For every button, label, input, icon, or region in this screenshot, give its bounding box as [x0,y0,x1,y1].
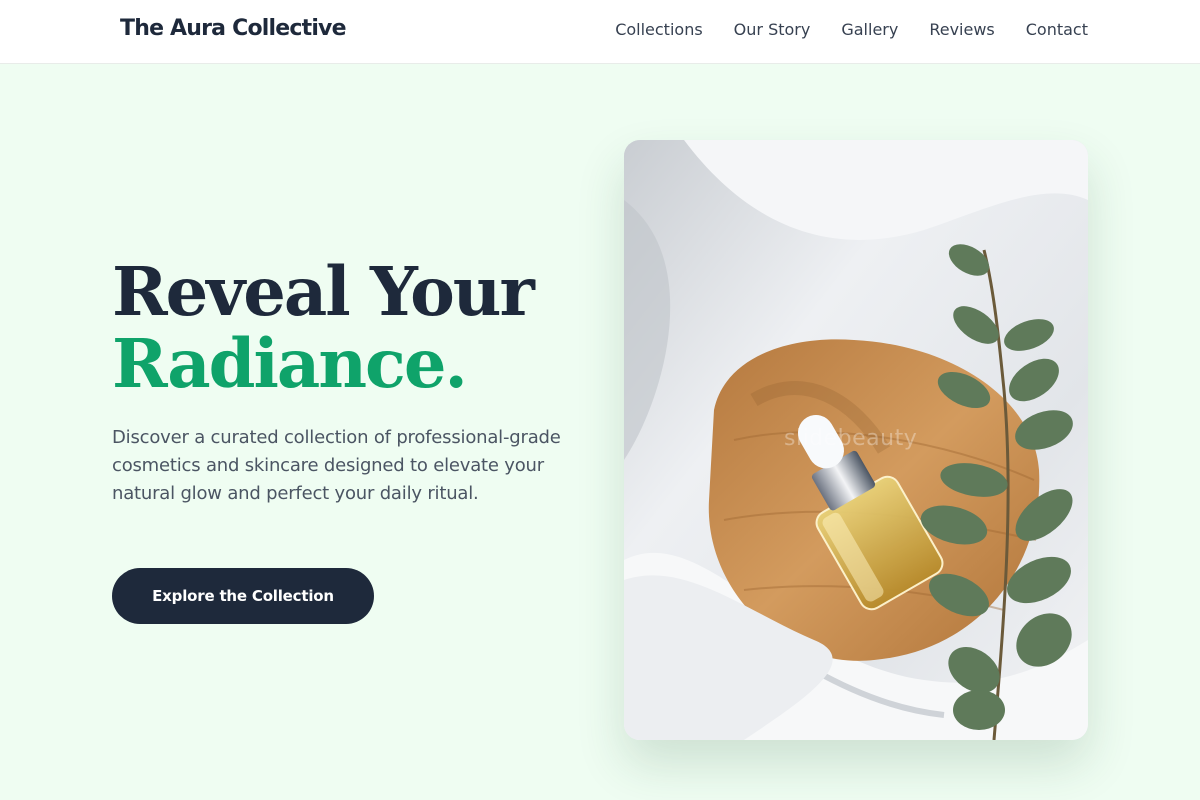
headline-line-2: Radiance. [112,324,468,403]
headline-line-1: Reveal Your [112,252,535,331]
hero-headline: Reveal Your Radiance. [112,256,535,403]
site-header: The Aura Collective Collections Our Stor… [0,0,1200,64]
main-nav: Collections Our Story Gallery Reviews Co… [615,20,1088,39]
nav-link-collections[interactable]: Collections [615,20,702,39]
nav-link-our-story[interactable]: Our Story [734,20,811,39]
explore-collection-button[interactable]: Explore the Collection [112,568,374,624]
hero-product-image: slidebeauty [624,140,1088,740]
hero-description: Discover a curated collection of profess… [112,427,561,504]
nav-link-gallery[interactable]: Gallery [841,20,898,39]
nav-link-contact[interactable]: Contact [1026,20,1088,39]
brand-logo[interactable]: The Aura Collective [120,16,347,41]
nav-link-reviews[interactable]: Reviews [929,20,994,39]
image-watermark: slidebeauty [784,426,918,451]
